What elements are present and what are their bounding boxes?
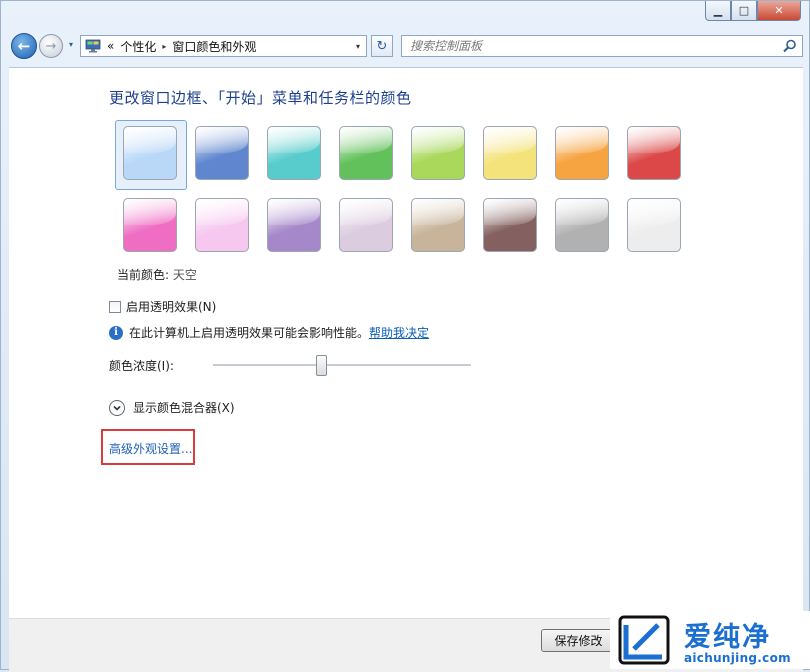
forward-button[interactable]: → [39,34,63,58]
color-swatch-pumpkin[interactable] [555,126,609,180]
performance-info: i 在此计算机上启用透明效果可能会影响性能。 帮助我决定 [109,324,429,341]
control-panel-icon [85,39,101,53]
breadcrumb-separator[interactable]: ▸ [162,42,166,51]
navigation-bar: ← → ▾ « 个性化 ▸ 窗口颜色和外观 ▾ ↻ [9,31,803,63]
search-box[interactable] [401,35,803,57]
breadcrumb-window-color[interactable]: 窗口颜色和外观 [172,38,256,55]
color-swatch-sea[interactable] [267,126,321,180]
watermark: 爱纯净 aichunjing.com [610,611,810,669]
color-mixer-label[interactable]: 显示颜色混合器(X) [133,399,235,416]
current-color: 当前颜色: 天空 [117,266,197,283]
address-bar[interactable]: « 个性化 ▸ 窗口颜色和外观 ▾ [80,35,367,57]
transparency-checkbox[interactable] [109,300,121,313]
save-changes-button[interactable]: 保存修改 [541,629,616,652]
color-swatch-fuchsia[interactable] [123,198,177,252]
search-input[interactable] [410,38,770,54]
breadcrumb-overflow[interactable]: « [107,39,114,53]
info-icon: i [109,325,123,340]
address-dropdown-icon[interactable]: ▾ [356,42,360,51]
color-swatch-violet[interactable] [267,198,321,252]
color-swatch-sky[interactable] [123,126,177,180]
breadcrumb-personalization[interactable]: 个性化 [120,38,156,55]
minimize-button[interactable]: ▁ [705,1,731,21]
current-color-label: 当前颜色: [117,268,170,282]
color-swatch-lavender[interactable] [339,198,393,252]
info-text: 在此计算机上启用透明效果可能会影响性能。 [129,326,370,340]
title-controls: ▁ □ ✕ [705,1,801,21]
intensity-label: 颜色浓度(I): [109,359,174,373]
color-swatch-taupe[interactable] [411,198,465,252]
help-me-decide-link[interactable]: 帮助我决定 [369,324,429,341]
color-swatch-twilight[interactable] [195,126,249,180]
color-swatch-blush[interactable] [195,198,249,252]
close-button[interactable]: ✕ [757,1,801,21]
intensity-slider-track[interactable] [213,364,471,367]
watermark-logo-icon [618,615,670,665]
transparency-option[interactable]: 启用透明效果(N) [109,298,216,315]
intensity-slider-thumb[interactable] [316,355,328,376]
color-swatch-lime[interactable] [411,126,465,180]
watermark-title: 爱纯净 [684,622,771,653]
search-icon[interactable] [782,38,798,54]
color-swatch-ruby[interactable] [627,126,681,180]
window: ▁ □ ✕ ← → ▾ « 个性化 ▸ 窗口颜色和外观 ▾ ↻ 搜索控制面板 更… [0,0,810,672]
color-swatch-chocolate[interactable] [483,198,537,252]
recent-pages-dropdown[interactable]: ▾ [66,40,76,50]
back-button[interactable]: ← [11,33,37,59]
color-swatch-frost[interactable] [627,198,681,252]
color-swatch-sunshine[interactable] [483,126,537,180]
chevron-down-icon[interactable] [109,399,125,416]
transparency-label[interactable]: 启用透明效果(N) [126,298,216,315]
color-mixer-toggle[interactable]: 显示颜色混合器(X) [109,399,235,416]
current-color-value: 天空 [172,268,197,282]
refresh-button[interactable]: ↻ [371,35,393,57]
color-swatch-leaf[interactable] [339,126,393,180]
advanced-appearance-settings-link[interactable]: 高级外观设置... [109,440,192,457]
color-swatch-slate[interactable] [555,198,609,252]
watermark-url: aichunjing.com [684,651,791,665]
maximize-button[interactable]: □ [731,1,757,21]
page-title: 更改窗口边框、「开始」菜单和任务栏的颜色 [109,89,412,107]
content-area: 更改窗口边框、「开始」菜单和任务栏的颜色 当前颜色: 天空 启用透明效果(N) … [9,67,803,618]
